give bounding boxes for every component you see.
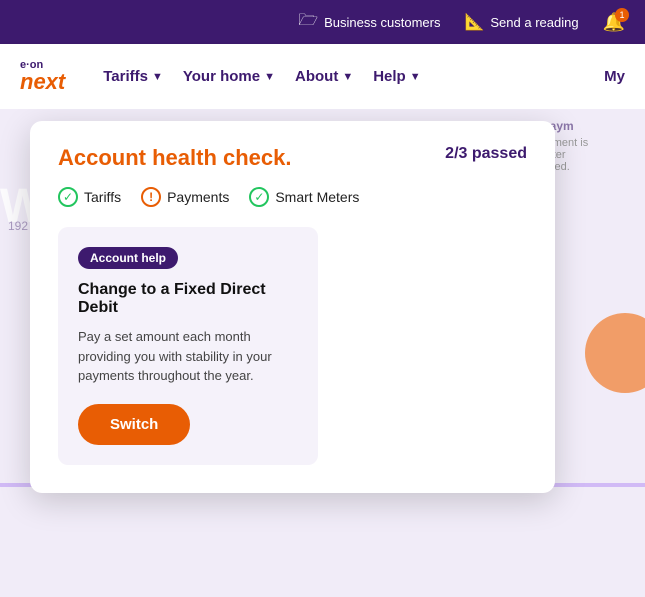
check-pass-icon: ✓ bbox=[58, 187, 78, 207]
nav-your-home[interactable]: Your home ▼ bbox=[177, 64, 281, 89]
switch-button[interactable]: Switch bbox=[78, 404, 190, 445]
nav-tariffs[interactable]: Tariffs ▼ bbox=[97, 64, 169, 89]
account-health-check-modal: Account health check. 2/3 passed ✓ Tarif… bbox=[30, 121, 555, 493]
chevron-down-icon: ▼ bbox=[410, 71, 421, 83]
meter-icon: 📐 bbox=[464, 12, 484, 32]
eon-next-logo[interactable]: e·on next bbox=[20, 60, 65, 93]
modal-header: Account health check. 2/3 passed bbox=[58, 145, 527, 171]
nav-bar: e·on next Tariffs ▼ Your home ▼ About ▼ … bbox=[0, 44, 645, 109]
check-pass-icon-2: ✓ bbox=[249, 187, 269, 207]
nav-my[interactable]: My bbox=[604, 68, 625, 85]
briefcase-icon: 🗁 bbox=[298, 9, 318, 36]
check-payments: ! Payments bbox=[141, 187, 229, 207]
check-smart-meters: ✓ Smart Meters bbox=[249, 187, 359, 207]
card-tag: Account help bbox=[78, 247, 178, 269]
chevron-down-icon: ▼ bbox=[342, 71, 353, 83]
chevron-down-icon: ▼ bbox=[152, 71, 163, 83]
check-warning-icon: ! bbox=[141, 187, 161, 207]
passed-badge: 2/3 passed bbox=[445, 145, 527, 163]
nav-help[interactable]: Help ▼ bbox=[367, 64, 426, 89]
chevron-down-icon: ▼ bbox=[264, 71, 275, 83]
nav-about[interactable]: About ▼ bbox=[289, 64, 359, 89]
check-tariffs-label: Tariffs bbox=[84, 189, 121, 205]
suggestion-card: Account help Change to a Fixed Direct De… bbox=[58, 227, 318, 465]
notification-count: 1 bbox=[615, 8, 629, 22]
send-reading-link[interactable]: 📐 Send a reading bbox=[464, 12, 578, 32]
card-title: Change to a Fixed Direct Debit bbox=[78, 281, 298, 317]
check-payments-label: Payments bbox=[167, 189, 229, 205]
page-background: We 192 G... t paym payment iss afterissu… bbox=[0, 109, 645, 597]
notification-bell[interactable]: 🔔 1 bbox=[603, 12, 625, 33]
logo-next: next bbox=[20, 71, 65, 93]
nav-items: Tariffs ▼ Your home ▼ About ▼ Help ▼ My bbox=[97, 64, 625, 89]
top-bar: 🗁 Business customers 📐 Send a reading 🔔 … bbox=[0, 0, 645, 44]
check-smart-meters-label: Smart Meters bbox=[275, 189, 359, 205]
send-reading-label: Send a reading bbox=[490, 15, 578, 30]
check-items-row: ✓ Tariffs ! Payments ✓ Smart Meters bbox=[58, 187, 527, 207]
check-tariffs: ✓ Tariffs bbox=[58, 187, 121, 207]
card-description: Pay a set amount each month providing yo… bbox=[78, 327, 298, 386]
business-customers-label: Business customers bbox=[324, 15, 440, 30]
modal-title: Account health check. bbox=[58, 145, 292, 171]
business-customers-link[interactable]: 🗁 Business customers bbox=[298, 9, 440, 36]
